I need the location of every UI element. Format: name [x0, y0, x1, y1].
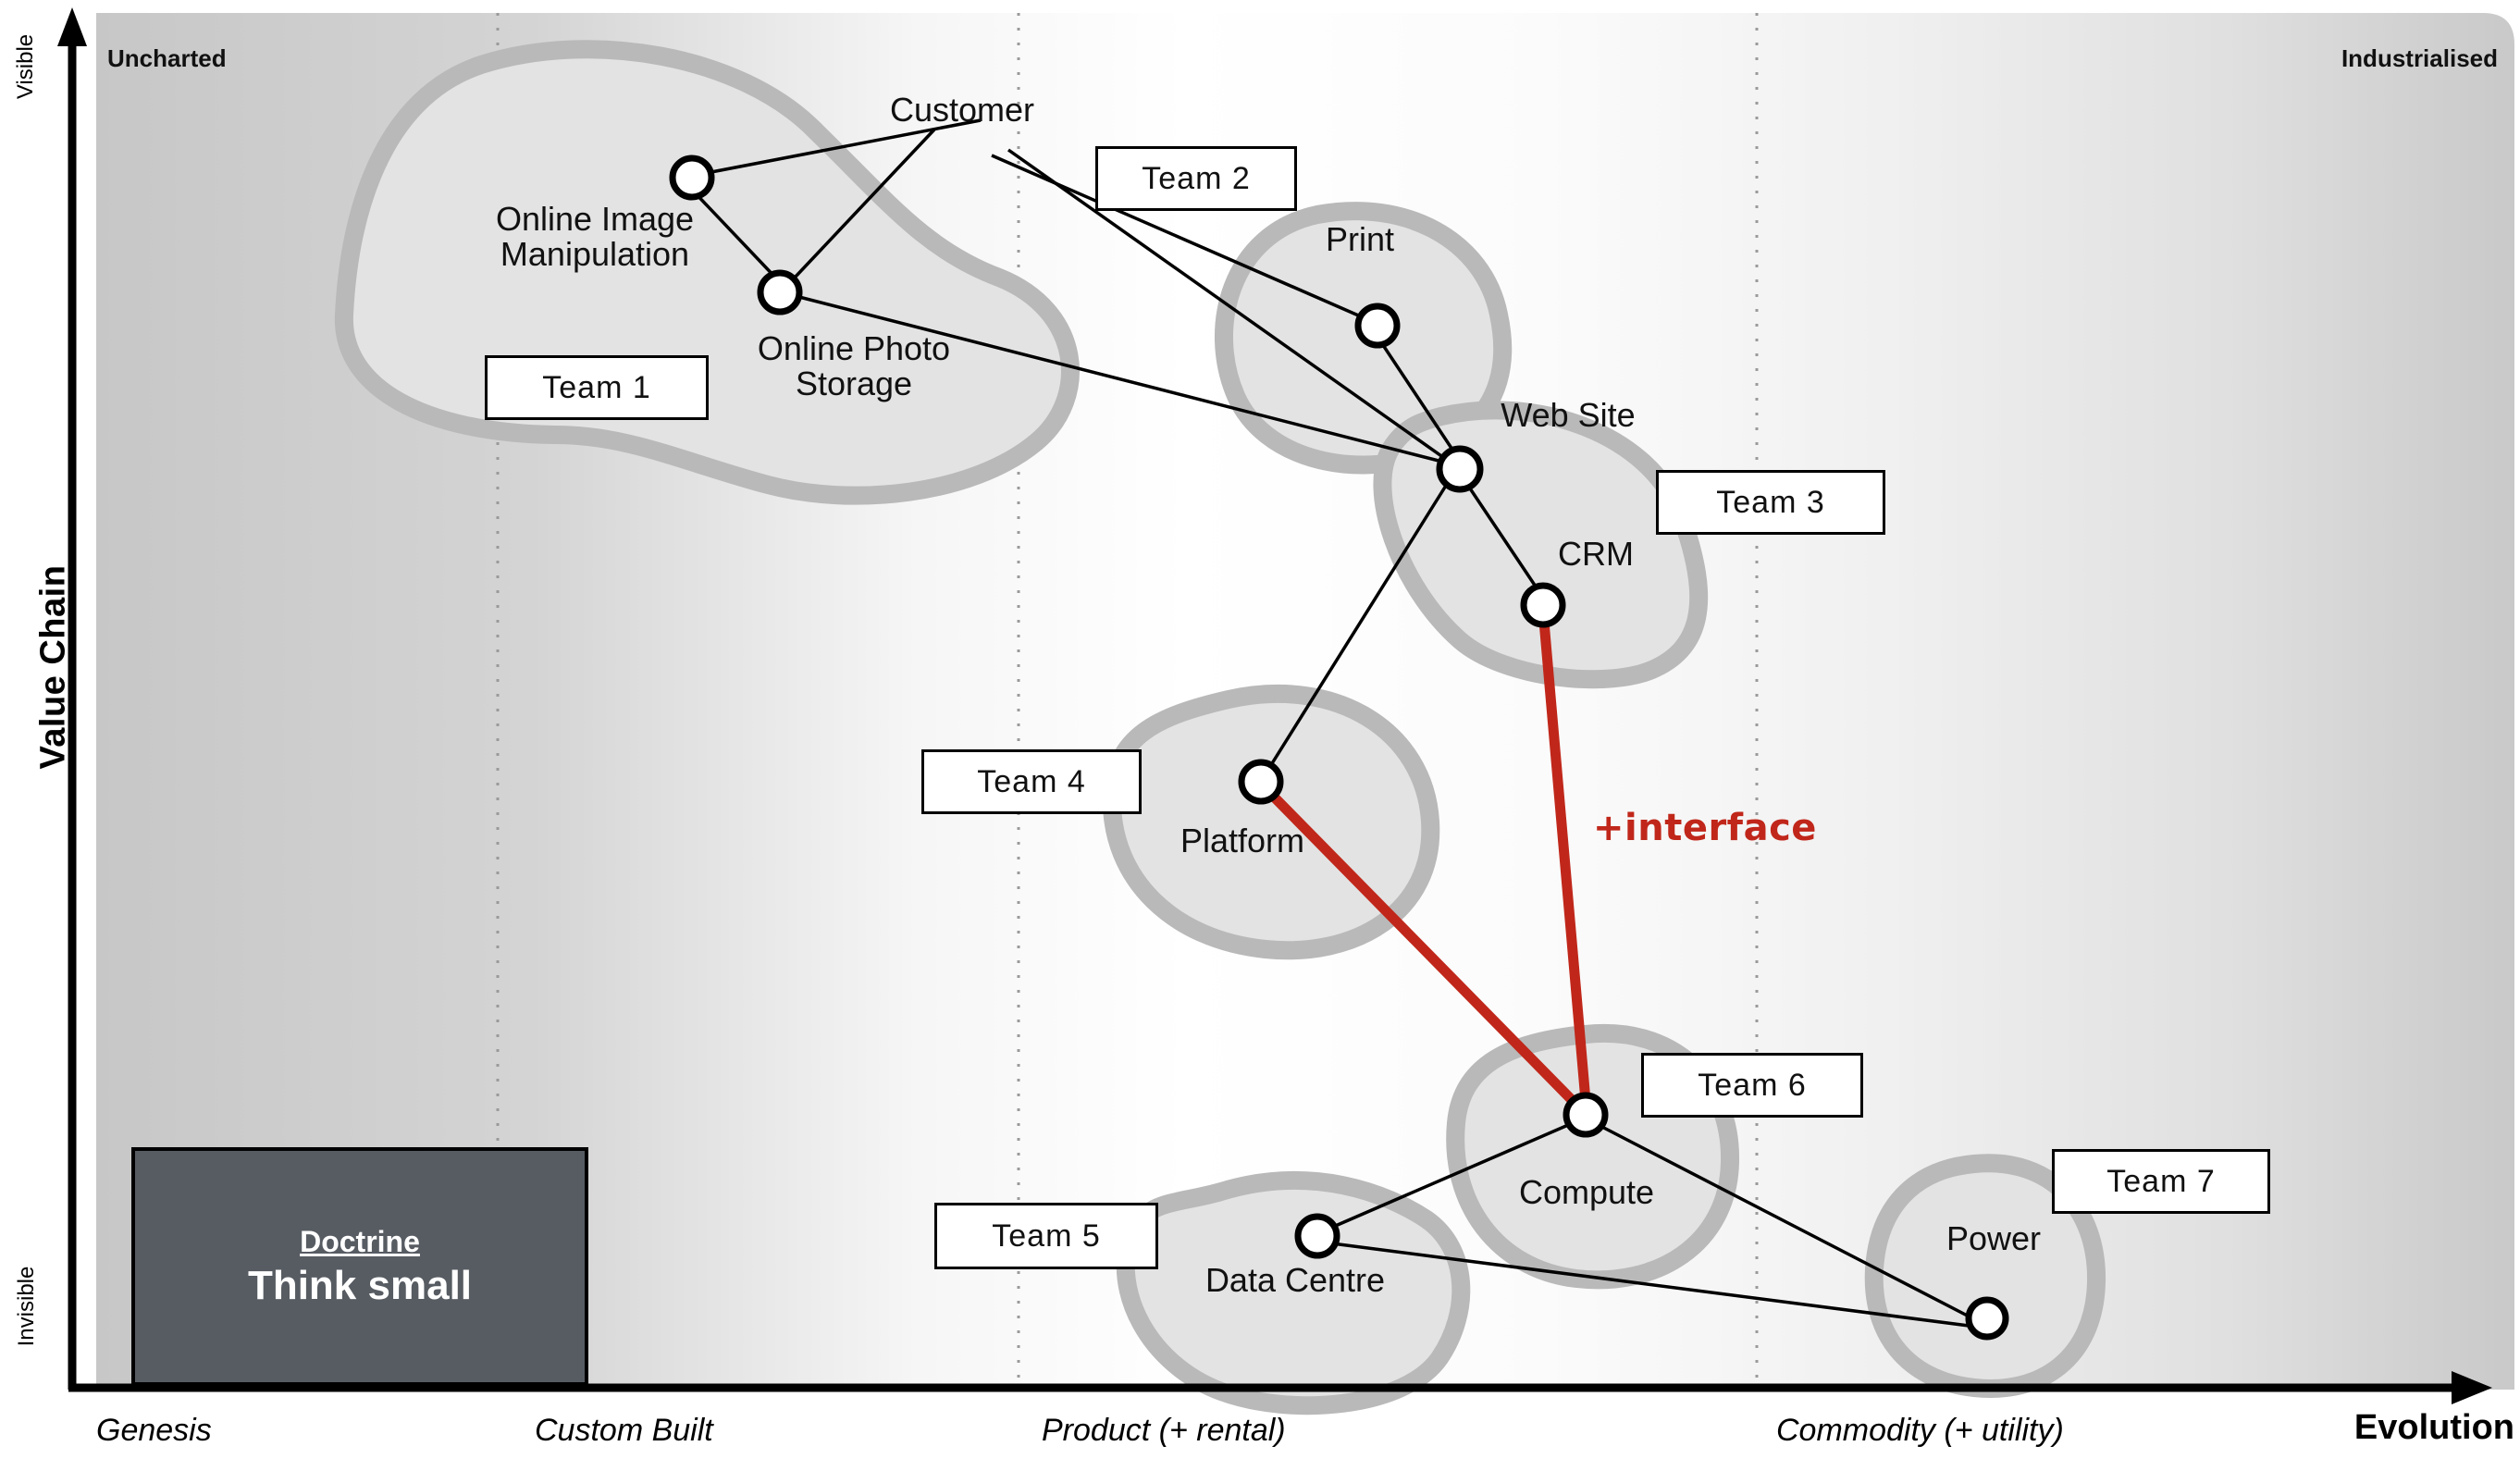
- component-label-website: Web Site: [1501, 396, 1636, 434]
- x-axis-title: Evolution: [2353, 1408, 2514, 1447]
- component-label-oim: Online Image Manipulation: [495, 200, 695, 274]
- zone-label-industrialised: Industrialised: [2341, 44, 2498, 72]
- y-axis-bottom-label: Invisible: [14, 1266, 39, 1347]
- component-label-ops: Online Photo Storage: [757, 329, 951, 403]
- team-box-team6[interactable]: Team 6: [1641, 1053, 1863, 1118]
- component-label-compute: Compute: [1518, 1173, 1655, 1211]
- x-tick-custom-built: Custom Built: [535, 1413, 713, 1448]
- node-ops: [757, 269, 803, 315]
- node-compute: [1563, 1092, 1609, 1138]
- doctrine-panel: Doctrine Think small: [131, 1147, 588, 1386]
- team-box-team1[interactable]: Team 1: [485, 355, 709, 420]
- node-power: [1965, 1296, 2009, 1341]
- anchor-label-customer: Customer: [889, 91, 1035, 129]
- doctrine-title: Doctrine: [300, 1224, 420, 1258]
- team-box-team7[interactable]: Team 7: [2052, 1149, 2270, 1214]
- node-platform: [1238, 759, 1284, 805]
- x-tick-commodity: Commodity (+ utility): [1776, 1413, 2064, 1448]
- node-datacent: [1294, 1213, 1340, 1259]
- team-box-team5[interactable]: Team 5: [934, 1203, 1158, 1269]
- wardley-map-canvas: Uncharted Industrialised Value Chain Vis…: [0, 0, 2520, 1471]
- node-crm: [1520, 582, 1566, 628]
- y-axis-top-label: Visible: [13, 33, 38, 100]
- team-box-team3[interactable]: Team 3: [1656, 470, 1885, 535]
- interface-annotation-label: +interface: [1593, 807, 1817, 849]
- doctrine-text: Think small: [247, 1262, 473, 1308]
- component-label-platform: Platform: [1180, 822, 1305, 859]
- component-label-print: Print: [1325, 220, 1395, 258]
- x-tick-genesis: Genesis: [96, 1413, 212, 1448]
- node-oim: [669, 155, 715, 201]
- team-box-team4[interactable]: Team 4: [921, 749, 1142, 814]
- component-label-crm: CRM: [1558, 535, 1634, 573]
- component-label-power: Power: [1946, 1219, 2042, 1257]
- y-axis-title: Value Chain: [33, 564, 73, 770]
- node-website: [1436, 445, 1484, 493]
- component-label-datacent: Data Centre: [1204, 1261, 1386, 1299]
- zone-label-uncharted: Uncharted: [107, 44, 227, 72]
- x-tick-product: Product (+ rental): [1042, 1413, 1286, 1448]
- team-box-team2[interactable]: Team 2: [1095, 146, 1297, 211]
- node-print: [1354, 303, 1401, 349]
